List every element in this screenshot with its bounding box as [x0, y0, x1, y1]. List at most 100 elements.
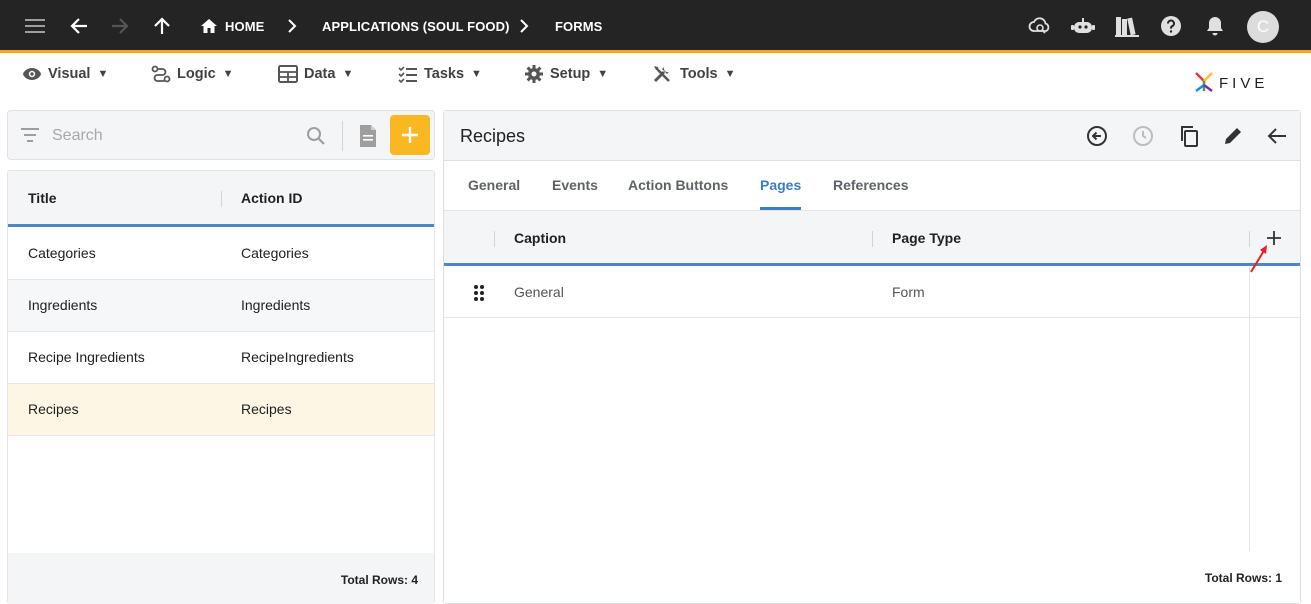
notifications-bell-icon[interactable] [1201, 12, 1229, 40]
active-tab-indicator [760, 207, 801, 210]
column-divider [1249, 266, 1250, 551]
copy-icon[interactable] [1176, 123, 1202, 149]
home-icon[interactable] [195, 12, 223, 40]
caret-down-icon: ▼ [342, 68, 354, 80]
menu-tasks-label: Tasks [424, 66, 465, 82]
hamburger-menu-icon[interactable] [21, 12, 49, 40]
document-icon[interactable] [358, 124, 378, 148]
drag-handle-icon[interactable] [473, 284, 485, 302]
menu-data-label: Data [304, 66, 336, 82]
five-logo-mark-icon [1195, 72, 1213, 92]
caret-down-icon: ▼ [222, 68, 234, 80]
tab-general[interactable]: General [468, 177, 520, 193]
search-input[interactable] [52, 125, 292, 147]
divider [872, 231, 873, 247]
tab-pages[interactable]: Pages [760, 177, 801, 193]
tasks-icon [398, 66, 417, 83]
forward-arrow-icon[interactable] [106, 12, 134, 40]
menu-data[interactable]: Data ▼ [278, 62, 353, 86]
back-arrow-icon[interactable] [65, 12, 93, 40]
column-header-page-type[interactable]: Page Type [892, 230, 961, 246]
cell-action-id: Ingredients [241, 297, 311, 313]
chevron-right-icon [514, 14, 534, 38]
list-item[interactable]: Recipe Ingredients RecipeIngredients [8, 332, 434, 384]
list-footer: Total Rows: 4 [8, 553, 434, 604]
search-bar [7, 110, 435, 160]
five-logo-text: FIVE [1219, 74, 1269, 92]
search-icon[interactable] [306, 126, 326, 146]
annotation-arrow-icon [1250, 245, 1267, 273]
breadcrumb-forms[interactable]: FORMS [555, 19, 602, 34]
divider [221, 191, 222, 207]
panel-header: Recipes [444, 111, 1300, 161]
chevron-right-icon [282, 14, 302, 38]
back-arrow-icon[interactable] [1264, 123, 1290, 149]
menu-visual-label: Visual [48, 66, 91, 82]
caret-down-icon: ▼ [97, 68, 109, 80]
grid-footer: Total Rows: 1 [444, 551, 1300, 603]
caret-down-icon: ▼ [471, 68, 482, 80]
tab-action-buttons[interactable]: Action Buttons [628, 177, 728, 193]
cloud-deploy-icon[interactable] [1026, 12, 1054, 40]
list-item[interactable]: Ingredients Ingredients [8, 280, 434, 332]
cell-action-id: RecipeIngredients [241, 349, 354, 365]
cell-action-id: Recipes [241, 401, 292, 417]
list-header: Title Action ID [8, 171, 434, 227]
table-icon [278, 65, 298, 83]
cell-caption: General [514, 284, 564, 300]
divider [494, 231, 495, 247]
edit-pencil-icon[interactable] [1220, 123, 1246, 149]
tab-references[interactable]: References [833, 177, 909, 193]
gear-icon [525, 65, 543, 83]
help-icon[interactable] [1157, 12, 1185, 40]
caret-down-icon: ▼ [724, 68, 736, 80]
five-logo: FIVE [1193, 70, 1268, 96]
breadcrumb-home[interactable]: HOME [225, 19, 264, 34]
breadcrumb-applications[interactable]: APPLICATIONS (SOUL FOOD) [322, 19, 510, 34]
library-books-icon[interactable] [1113, 12, 1141, 40]
tab-events[interactable]: Events [552, 177, 598, 193]
menu-setup-label: Setup [550, 66, 591, 82]
filter-icon[interactable] [21, 128, 39, 142]
menu-logic-label: Logic [177, 66, 216, 82]
plus-icon [402, 127, 418, 143]
cell-title: Recipe Ingredients [28, 349, 145, 365]
divider [342, 121, 343, 151]
history-back-icon[interactable] [1084, 123, 1110, 149]
form-detail-panel: Recipes General Events Action Buttons Pa… [443, 110, 1301, 604]
logic-icon [151, 65, 171, 83]
column-header-caption[interactable]: Caption [514, 230, 566, 246]
user-avatar[interactable]: C [1247, 11, 1279, 43]
add-button[interactable] [390, 115, 430, 155]
cell-action-id: Categories [241, 245, 309, 261]
menu-visual[interactable]: Visual ▼ [22, 62, 108, 86]
menu-tools[interactable]: Tools ▼ [652, 62, 735, 86]
table-row[interactable]: General Form [444, 266, 1300, 318]
menu-logic[interactable]: Logic ▼ [151, 62, 234, 86]
caret-down-icon: ▼ [597, 68, 609, 80]
total-rows-label: Total Rows: 4 [340, 573, 418, 587]
list-item-selected[interactable]: Recipes Recipes [8, 384, 434, 436]
robot-chat-icon[interactable] [1069, 12, 1097, 40]
forms-list: Title Action ID Categories Categories In… [7, 170, 435, 604]
clock-icon[interactable] [1130, 123, 1156, 149]
app-bar: HOME APPLICATIONS (SOUL FOOD) FORMS C [0, 0, 1311, 53]
cell-title: Recipes [28, 401, 79, 417]
menu-tasks[interactable]: Tasks ▼ [398, 62, 482, 86]
list-item[interactable]: Categories Categories [8, 228, 434, 280]
eye-icon [23, 68, 41, 80]
up-arrow-icon[interactable] [148, 12, 176, 40]
total-rows-label: Total Rows: 1 [1204, 571, 1282, 585]
column-header-title[interactable]: Title [28, 190, 57, 206]
tools-icon [653, 66, 670, 83]
tab-bar: General Events Action Buttons Pages Refe… [444, 161, 1300, 211]
cell-title: Categories [28, 245, 96, 261]
menu-setup[interactable]: Setup ▼ [524, 62, 608, 86]
cell-page-type: Form [892, 284, 925, 300]
menu-tools-label: Tools [680, 66, 718, 82]
pages-grid-header: Caption Page Type [444, 211, 1300, 266]
column-header-action-id[interactable]: Action ID [241, 190, 302, 206]
cell-title: Ingredients [28, 297, 98, 313]
menu-bar: Visual ▼ Logic ▼ Data ▼ Tasks ▼ Setup ▼ Tools… [0, 53, 1311, 97]
panel-title: Recipes [460, 126, 526, 146]
